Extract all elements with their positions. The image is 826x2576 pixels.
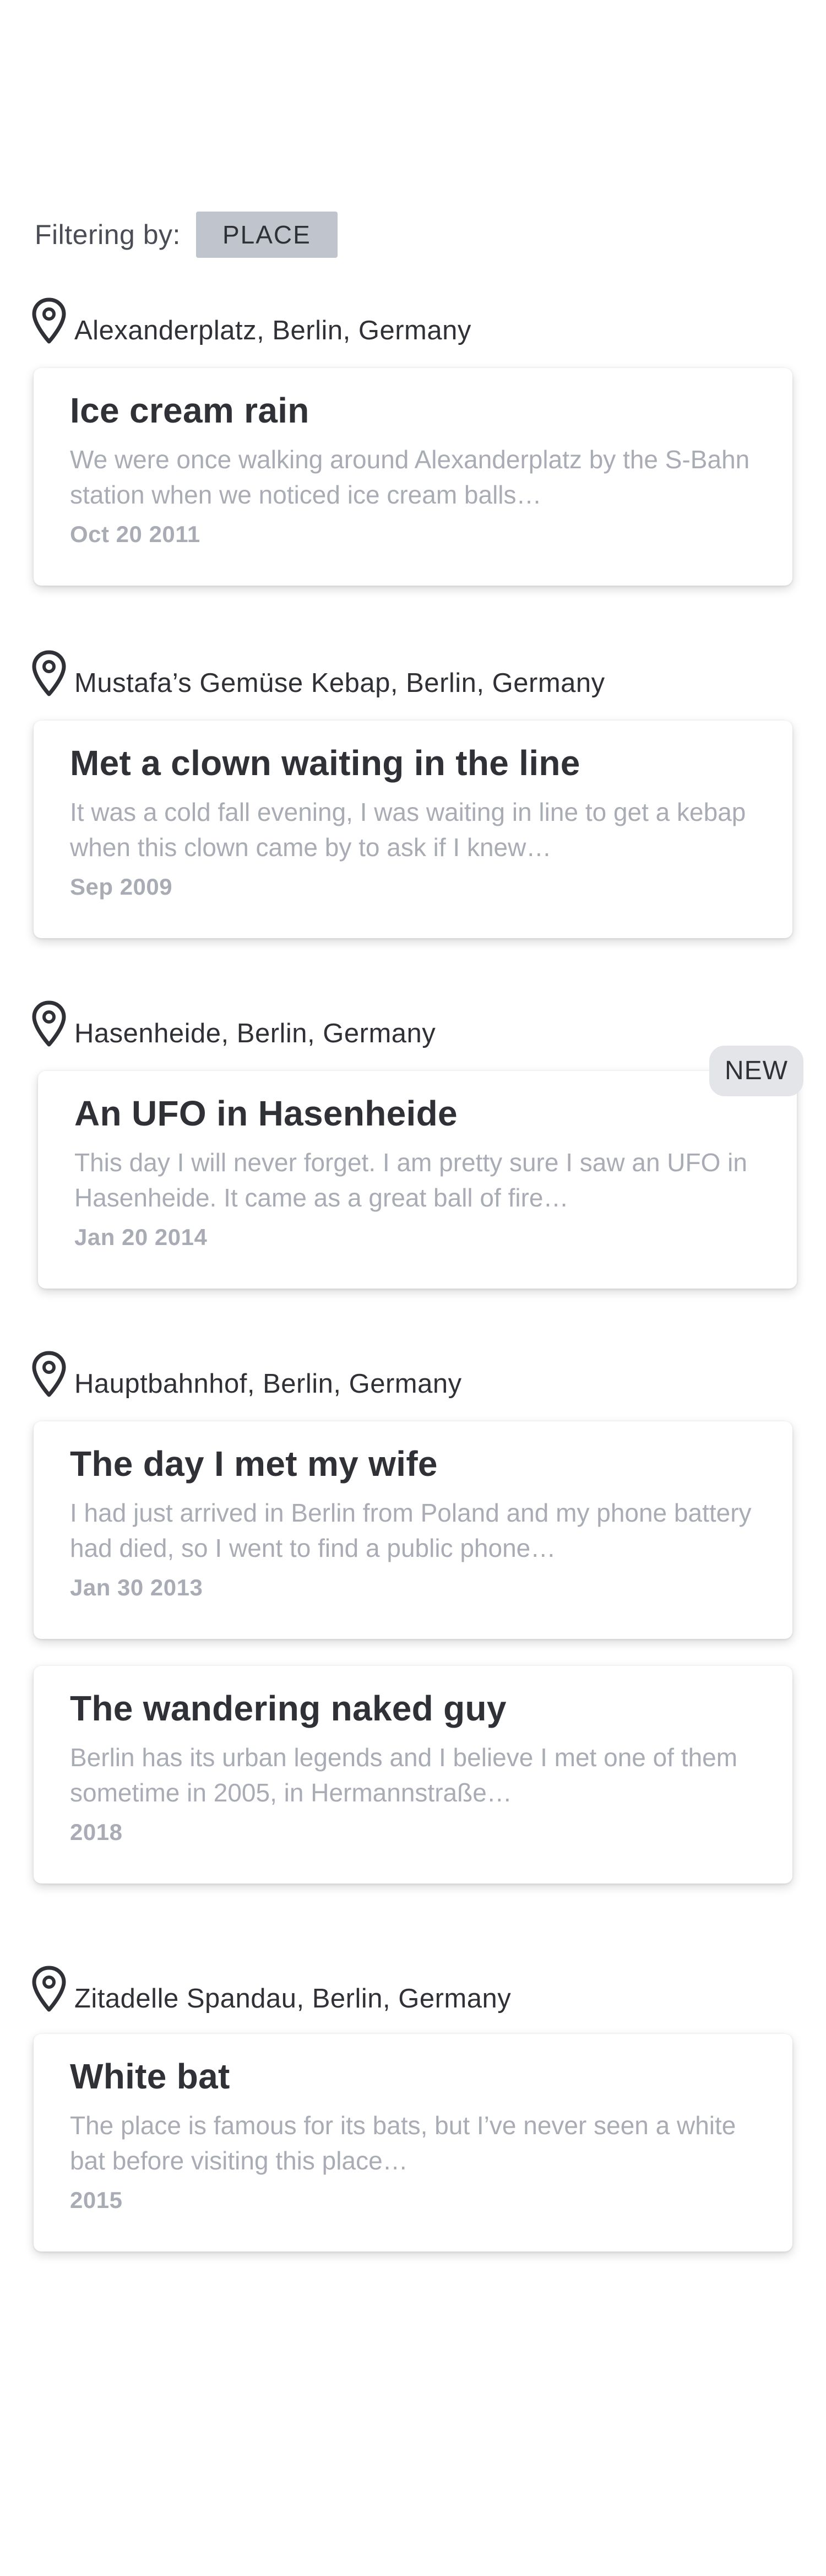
story-title: Ice cream rain — [70, 391, 309, 430]
location-name: Hasenheide, Berlin, Germany — [74, 1019, 436, 1048]
map-pin-icon — [31, 297, 67, 344]
story-title: The wandering naked guy — [70, 1689, 507, 1728]
story-date: Jan 20 2014 — [74, 1224, 208, 1250]
map-pin-icon — [31, 1000, 67, 1047]
story-excerpt: I had just arrived in Berlin from Poland… — [70, 1498, 752, 1562]
filter-chip-place[interactable]: PLACE — [195, 212, 338, 258]
map-pin-icon — [31, 1966, 67, 2012]
story-card[interactable]: The wandering naked guy Berlin has its u… — [34, 1666, 792, 1884]
location-header[interactable]: Zitadelle Spandau, Berlin, Germany — [31, 1966, 512, 2014]
story-excerpt: The place is famous for its bats, but I’… — [70, 2111, 736, 2175]
story-card[interactable]: Met a clown waiting in the line It was a… — [34, 721, 792, 938]
location-header[interactable]: Alexanderplatz, Berlin, Germany — [31, 297, 471, 345]
story-excerpt: This day I will never forget. I am prett… — [74, 1148, 747, 1212]
map-pin-icon — [31, 1351, 67, 1397]
story-title: White bat — [70, 2057, 230, 2096]
location-name: Zitadelle Spandau, Berlin, Germany — [74, 1984, 512, 2014]
story-title: An UFO in Hasenheide — [74, 1094, 458, 1133]
story-card[interactable]: Ice cream rain We were once walking arou… — [34, 368, 792, 586]
story-excerpt: Berlin has its urban legends and I belie… — [70, 1743, 738, 1807]
story-date: 2015 — [70, 2187, 123, 2213]
location-header[interactable]: Hauptbahnhof, Berlin, Germany — [31, 1351, 462, 1399]
location-name: Mustafa’s Gemüse Kebap, Berlin, Germany — [74, 668, 605, 698]
new-badge: NEW — [709, 1046, 803, 1096]
story-date: Oct 20 2011 — [70, 521, 200, 547]
story-date: Jan 30 2013 — [70, 1574, 203, 1600]
story-excerpt: We were once walking around Alexanderpla… — [70, 445, 750, 509]
filter-label: Filtering by: — [35, 219, 181, 250]
story-card[interactable]: The day I met my wife I had just arrived… — [34, 1421, 792, 1639]
filter-bar: Filtering by: PLACE — [35, 212, 338, 258]
story-title: Met a clown waiting in the line — [70, 743, 580, 783]
location-header[interactable]: Mustafa’s Gemüse Kebap, Berlin, Germany — [31, 650, 605, 698]
location-header[interactable]: Hasenheide, Berlin, Germany — [31, 1000, 436, 1048]
story-excerpt: It was a cold fall evening, I was waitin… — [70, 798, 746, 862]
story-card[interactable]: White bat The place is famous for its ba… — [34, 2034, 792, 2252]
map-pin-icon — [31, 650, 67, 696]
location-name: Alexanderplatz, Berlin, Germany — [74, 316, 471, 345]
story-title: The day I met my wife — [70, 1444, 438, 1484]
story-date: Sep 2009 — [70, 874, 173, 900]
location-name: Hauptbahnhof, Berlin, Germany — [74, 1369, 462, 1399]
story-card[interactable]: NEW An UFO in Hasenheide This day I will… — [38, 1046, 803, 1289]
story-date: 2018 — [70, 1819, 123, 1845]
